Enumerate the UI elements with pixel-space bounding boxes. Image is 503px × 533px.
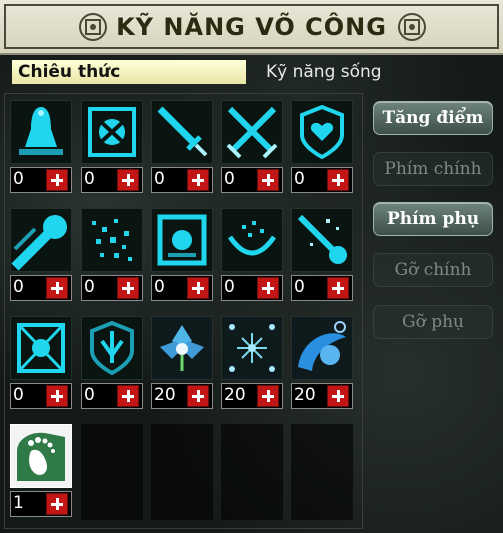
skill-counter: 0 [10,167,72,193]
add-point-button[interactable] [257,277,279,299]
add-point-button[interactable] [257,385,279,407]
skill-counter: 0 [10,383,72,409]
skill-slot-15[interactable]: 20 [291,316,353,412]
skill-counter: 0 [221,275,283,301]
skill-counter: 0 [291,275,353,301]
skill-level: 0 [224,169,235,189]
skill-slot-6[interactable]: 0 [10,208,72,304]
add-point-button[interactable] [187,169,209,191]
add-point-button[interactable] [46,169,68,191]
wave-orb-skill-icon[interactable] [291,316,353,380]
add-point-button[interactable] [117,277,139,299]
add-point-main-button[interactable]: Tăng điểm [373,101,493,135]
empty-skill-slot [151,424,213,520]
skill-slot-13[interactable]: 20 [151,316,213,412]
skill-counter: 0 [221,167,283,193]
skill-slot-10[interactable]: 0 [291,208,353,304]
primary-key-button[interactable]: Phím chính [373,152,493,186]
heart-shield-skill-icon[interactable] [291,100,353,164]
bell-skill-icon[interactable] [10,100,72,164]
skill-level: 0 [224,277,235,297]
remove-secondary-button[interactable]: Gỡ phụ [373,305,493,339]
skill-counter: 0 [291,167,353,193]
add-point-button[interactable] [46,493,68,515]
skill-level: 0 [154,277,165,297]
window-title: KỸ NĂNG VÕ CÔNG [116,13,387,41]
skill-level: 20 [224,385,246,405]
add-point-button[interactable] [117,169,139,191]
secondary-key-button[interactable]: Phím phụ [373,202,493,236]
add-point-button[interactable] [187,277,209,299]
add-point-button[interactable] [327,277,349,299]
trident-shield-skill-icon[interactable] [81,316,143,380]
skill-level: 0 [84,385,95,405]
skill-slot-8[interactable]: 0 [151,208,213,304]
title-bar: KỸ NĂNG VÕ CÔNG [0,0,503,55]
skill-counter: 0 [10,275,72,301]
tab-chieu-thuc-label: Chiêu thức [18,62,121,82]
sparkle-strike-skill-icon[interactable] [291,208,353,272]
empty-skill-slot [291,424,353,520]
add-point-button[interactable] [327,385,349,407]
lotus-skill-icon[interactable] [151,316,213,380]
skill-slot-1[interactable]: 0 [10,100,72,196]
skill-counter: 0 [81,167,143,193]
tab-chieu-thuc[interactable]: Chiêu thức [12,60,246,84]
skill-slot-9[interactable]: 0 [221,208,283,304]
skill-counter: 1 [10,491,72,517]
right-emblem-icon [398,13,426,41]
skill-slot-12[interactable]: 0 [81,316,143,412]
add-point-button[interactable] [46,385,68,407]
skill-slot-16[interactable]: 1 [10,424,72,520]
add-point-button[interactable] [327,169,349,191]
skill-level: 0 [13,169,24,189]
energy-bowl-skill-icon[interactable] [221,208,283,272]
crossed-swords-skill-icon[interactable] [221,100,283,164]
skill-counter: 20 [221,383,283,409]
empty-skill-slot [221,424,283,520]
skill-level: 0 [294,169,305,189]
skill-level: 0 [154,169,165,189]
skill-slot-7[interactable]: 0 [81,208,143,304]
add-point-button[interactable] [257,169,279,191]
skill-level: 0 [294,277,305,297]
particle-burst-skill-icon[interactable] [81,208,143,272]
skill-level: 0 [84,169,95,189]
skill-counter: 20 [151,383,213,409]
remove-primary-button[interactable]: Gỡ chính [373,253,493,287]
star-array-skill-icon[interactable] [221,316,283,380]
skill-level: 20 [294,385,316,405]
single-sword-skill-icon[interactable] [151,100,213,164]
dash-orb-skill-icon[interactable] [10,208,72,272]
skill-level: 1 [13,493,24,513]
skill-slot-11[interactable]: 0 [10,316,72,412]
add-point-button[interactable] [117,385,139,407]
skill-level: 0 [13,277,24,297]
spinning-blade-skill-icon[interactable] [81,100,143,164]
skill-slot-4[interactable]: 0 [221,100,283,196]
skill-slot-3[interactable]: 0 [151,100,213,196]
tab-ky-nang-song[interactable]: Kỹ năng sống [266,62,382,82]
add-point-button[interactable] [187,385,209,407]
tab-bar: Chiêu thức Kỹ năng sống [0,60,503,86]
skill-counter: 0 [151,275,213,301]
skill-level: 0 [84,277,95,297]
footprint-skill-icon[interactable] [10,424,72,488]
spirit-block-skill-icon[interactable] [151,208,213,272]
skill-counter: 0 [81,275,143,301]
skill-counter: 0 [151,167,213,193]
skill-level: 0 [13,385,24,405]
skill-slot-14[interactable]: 20 [221,316,283,412]
mandala-skill-icon[interactable] [10,316,72,380]
empty-skill-slot [81,424,143,520]
skill-counter: 20 [291,383,353,409]
skill-level: 20 [154,385,176,405]
skill-slot-2[interactable]: 0 [81,100,143,196]
skill-slot-5[interactable]: 0 [291,100,353,196]
skill-counter: 0 [81,383,143,409]
skill-panel: KỸ NĂNG VÕ CÔNG Chiêu thức Kỹ năng sống … [0,0,503,533]
add-point-button[interactable] [46,277,68,299]
